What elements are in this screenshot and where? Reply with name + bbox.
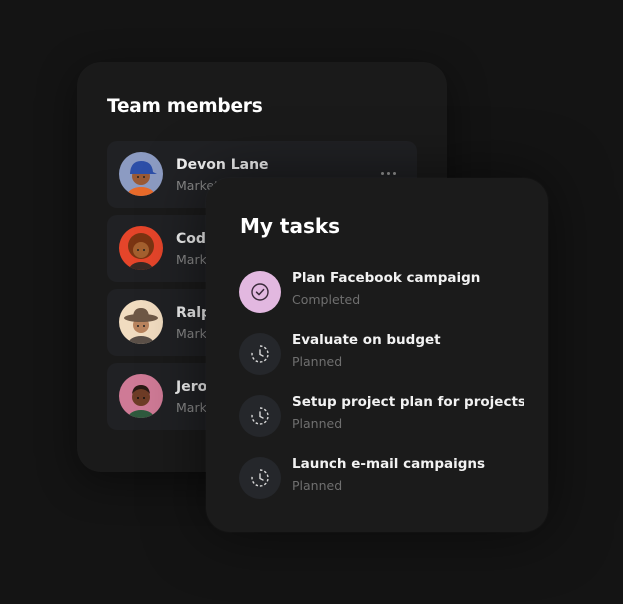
task-item[interactable]: Launch e-mail campaigns Planned <box>239 456 539 501</box>
member-name: Devon Lane <box>176 157 269 173</box>
clock-icon[interactable] <box>239 395 281 437</box>
clock-icon[interactable] <box>239 333 281 375</box>
task-status: Planned <box>292 354 343 369</box>
clock-icon[interactable] <box>239 457 281 499</box>
my-tasks-title: My tasks <box>240 214 341 238</box>
task-name: Setup project plan for projects i… <box>292 394 524 410</box>
my-tasks-card: My tasks Plan Facebook campaign Complete… <box>206 178 548 532</box>
task-name: Evaluate on budget <box>292 332 441 348</box>
avatar <box>119 374 163 418</box>
task-item[interactable]: Evaluate on budget Planned <box>239 332 539 377</box>
task-status: Planned <box>292 416 343 431</box>
task-name: Launch e-mail campaigns <box>292 456 486 472</box>
task-item[interactable]: Plan Facebook campaign Completed <box>239 270 539 315</box>
avatar <box>119 226 163 270</box>
team-members-title: Team members <box>107 96 263 117</box>
task-status: Planned <box>292 478 343 493</box>
avatar <box>119 152 163 196</box>
more-horizontal-icon[interactable] <box>381 172 397 176</box>
task-item[interactable]: Setup project plan for projects i… Plann… <box>239 394 539 439</box>
task-name: Plan Facebook campaign <box>292 270 481 286</box>
check-circle-icon[interactable] <box>239 271 281 313</box>
avatar <box>119 300 163 344</box>
task-status: Completed <box>292 292 361 307</box>
